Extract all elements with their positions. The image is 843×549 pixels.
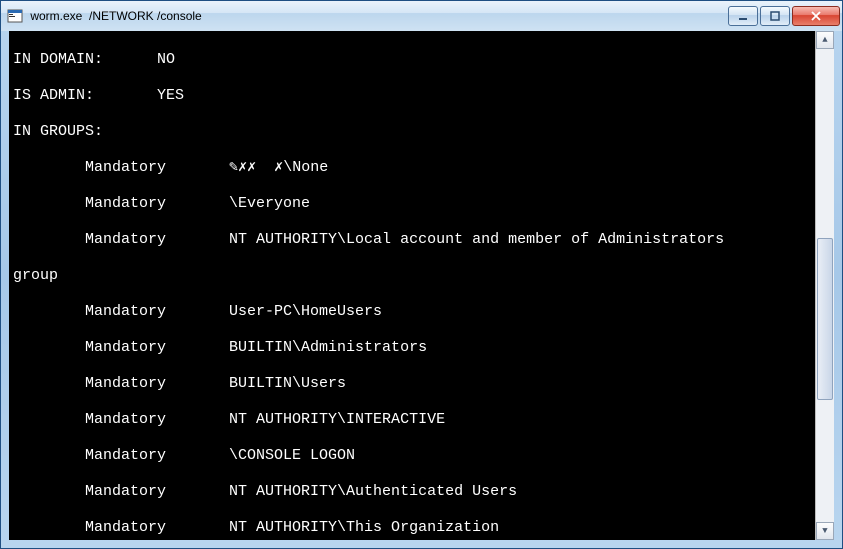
console-line: IS ADMIN: YES xyxy=(13,87,810,105)
app-icon xyxy=(7,8,23,24)
console-line: Mandatory BUILTIN\Administrators xyxy=(13,339,810,357)
scrollbar-track[interactable] xyxy=(816,49,834,522)
console-line: Mandatory NT AUTHORITY\INTERACTIVE xyxy=(13,411,810,429)
console-line: Mandatory NT AUTHORITY\Local account and… xyxy=(13,231,810,249)
console-line: group xyxy=(13,267,810,285)
window-controls xyxy=(726,6,840,26)
chevron-up-icon: ▲ xyxy=(822,31,827,49)
close-button[interactable] xyxy=(792,6,840,26)
app-window: worm.exe /NETWORK /console IN DOMAIN: NO… xyxy=(0,0,843,549)
console-line: Mandatory NT AUTHORITY\Authenticated Use… xyxy=(13,483,810,501)
garbled-text: ✎✗✗ ✗ xyxy=(229,159,283,176)
maximize-button[interactable] xyxy=(760,6,790,26)
console-line: Mandatory BUILTIN\Users xyxy=(13,375,810,393)
console-line: IN DOMAIN: NO xyxy=(13,51,810,69)
titlebar[interactable]: worm.exe /NETWORK /console xyxy=(1,1,842,31)
console-area: IN DOMAIN: NO IS ADMIN: YES IN GROUPS: M… xyxy=(9,31,834,540)
console-line: Mandatory ✎✗✗ ✗\None xyxy=(13,159,810,177)
console-line: Mandatory User-PC\HomeUsers xyxy=(13,303,810,321)
console-output: IN DOMAIN: NO IS ADMIN: YES IN GROUPS: M… xyxy=(9,31,814,540)
chevron-down-icon: ▼ xyxy=(822,522,827,540)
scrollbar-thumb[interactable] xyxy=(817,238,833,400)
scroll-up-button[interactable]: ▲ xyxy=(816,31,834,49)
console-line: Mandatory NT AUTHORITY\This Organization xyxy=(13,519,810,537)
console-line: Mandatory \CONSOLE LOGON xyxy=(13,447,810,465)
console-line: Mandatory \Everyone xyxy=(13,195,810,213)
window-title: worm.exe /NETWORK /console xyxy=(27,9,202,23)
minimize-button[interactable] xyxy=(728,6,758,26)
scrollbar[interactable]: ▲ ▼ xyxy=(815,31,834,540)
scroll-down-button[interactable]: ▼ xyxy=(816,522,834,540)
console-line: IN GROUPS: xyxy=(13,123,810,141)
